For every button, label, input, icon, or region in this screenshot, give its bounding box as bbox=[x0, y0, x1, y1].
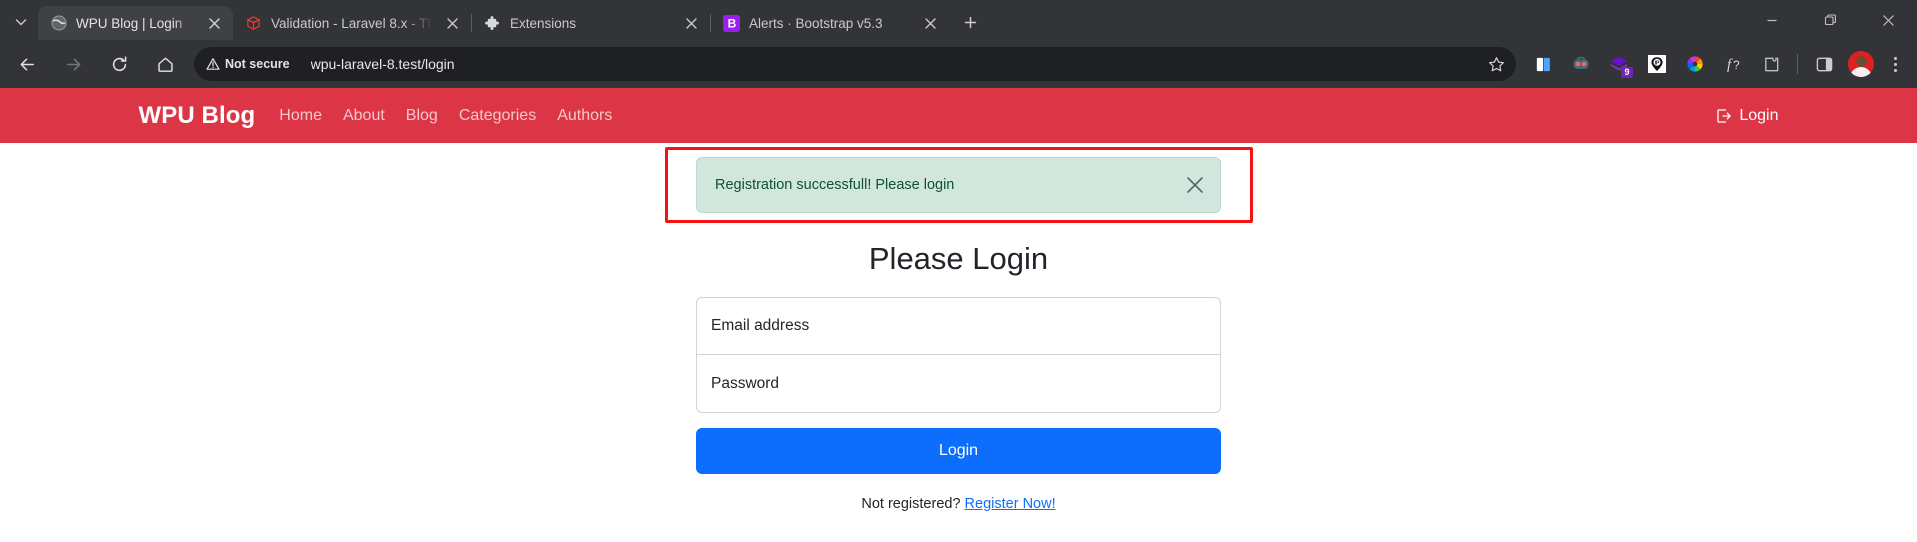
page-content: Registration successfull! Please login P… bbox=[0, 143, 1917, 512]
tab-title: Alerts · Bootstrap v5.3 bbox=[749, 15, 883, 31]
home-icon bbox=[157, 57, 173, 72]
forward-arrow-icon bbox=[66, 58, 80, 70]
side-panel-icon[interactable] bbox=[1809, 49, 1839, 79]
new-tab-button[interactable] bbox=[955, 7, 985, 37]
bootstrap-icon: B bbox=[723, 14, 740, 32]
alert-close-button[interactable] bbox=[1184, 174, 1206, 196]
fonts-ninja-extension-icon[interactable]: f ? bbox=[1718, 49, 1748, 79]
browser-tab-alerts-bootstrap[interactable]: B Alerts · Bootstrap v5.3 bbox=[711, 6, 949, 40]
avatar-body bbox=[1850, 67, 1872, 77]
address-bar[interactable]: Not secure wpu-laravel-8.test/login bbox=[194, 47, 1516, 81]
reload-icon bbox=[112, 55, 126, 71]
reading-list-icon[interactable] bbox=[1528, 49, 1558, 79]
extension-puzzle-icon[interactable] bbox=[1756, 49, 1786, 79]
home-button[interactable] bbox=[147, 46, 183, 82]
security-status-button[interactable]: Not secure bbox=[199, 51, 299, 77]
browser-tab-extensions[interactable]: Extensions bbox=[472, 6, 710, 40]
star-icon bbox=[1488, 56, 1504, 71]
login-form: Email address Password Login bbox=[696, 297, 1221, 474]
site-brand[interactable]: WPU Blog bbox=[139, 102, 256, 130]
globe-icon bbox=[50, 15, 67, 32]
browser-tab-validation-laravel[interactable]: Validation - Laravel 8.x - The PH bbox=[233, 6, 471, 40]
url-text: wpu-laravel-8.test/login bbox=[310, 56, 455, 72]
email-field-group[interactable]: Email address bbox=[696, 297, 1221, 355]
login-submit-button[interactable]: Login bbox=[696, 428, 1221, 474]
minimize-icon bbox=[1767, 19, 1777, 22]
close-icon bbox=[685, 17, 697, 29]
tab-close-button[interactable] bbox=[678, 10, 704, 36]
close-icon bbox=[208, 17, 220, 29]
close-icon bbox=[1882, 14, 1894, 26]
tab-close-button[interactable] bbox=[439, 10, 465, 36]
password-field-placeholder: Password bbox=[711, 374, 780, 392]
close-icon bbox=[446, 17, 458, 29]
browser-toolbar: Not secure wpu-laravel-8.test/login 9 IP… bbox=[0, 40, 1917, 88]
alert-highlight-wrapper: Registration successfull! Please login bbox=[664, 147, 1253, 223]
ip-pin-extension-icon[interactable]: IP bbox=[1642, 49, 1672, 79]
register-now-link[interactable]: Register Now! bbox=[965, 496, 1056, 512]
page-title: Please Login bbox=[868, 241, 1049, 276]
reload-button[interactable] bbox=[101, 46, 137, 82]
warning-triangle-icon bbox=[206, 58, 220, 70]
toolbar-separator bbox=[1797, 54, 1798, 74]
window-minimize-button[interactable] bbox=[1743, 0, 1801, 40]
browser-tab-wpu-blog-login[interactable]: WPU Blog | Login bbox=[38, 6, 233, 40]
extension-badge-count: 9 bbox=[1621, 67, 1633, 78]
email-field-placeholder: Email address bbox=[711, 317, 810, 334]
box-arrow-right-icon bbox=[1717, 108, 1732, 123]
color-wheel-extension-icon[interactable] bbox=[1680, 49, 1710, 79]
nav-link-authors[interactable]: Authors bbox=[557, 107, 612, 125]
close-icon bbox=[1187, 177, 1203, 193]
window-controls bbox=[1743, 0, 1917, 40]
alert-message: Registration successfull! Please login bbox=[715, 177, 955, 193]
avatar-head bbox=[1855, 56, 1867, 67]
navbar-right: Login bbox=[1716, 106, 1779, 125]
profile-avatar[interactable] bbox=[1848, 51, 1874, 77]
success-alert: Registration successfull! Please login bbox=[696, 157, 1221, 213]
tab-strip: WPU Blog | Login Validation - Laravel 8.… bbox=[0, 0, 1917, 40]
back-arrow-icon bbox=[20, 58, 34, 70]
puzzle-icon bbox=[484, 15, 501, 32]
tab-title: WPU Blog | Login bbox=[76, 15, 183, 31]
page-viewport: WPU Blog Home About Blog Categories Auth… bbox=[0, 88, 1917, 542]
register-prompt-text: Not registered? bbox=[861, 496, 961, 512]
three-dot-menu-icon[interactable] bbox=[1881, 49, 1909, 79]
window-close-button[interactable] bbox=[1859, 0, 1917, 40]
svg-text:B: B bbox=[727, 17, 736, 31]
robot-extension-icon[interactable] bbox=[1566, 49, 1596, 79]
navbar-login-label: Login bbox=[1739, 106, 1779, 124]
tab-title: Extensions bbox=[510, 15, 577, 31]
purple-stack-extension-icon[interactable]: 9 bbox=[1604, 49, 1634, 79]
forward-button[interactable] bbox=[55, 46, 91, 82]
nav-link-categories[interactable]: Categories bbox=[459, 107, 536, 125]
back-button[interactable] bbox=[9, 46, 45, 82]
navbar-login-link[interactable]: Login bbox=[1716, 106, 1779, 125]
nav-link-about[interactable]: About bbox=[343, 107, 385, 125]
svg-text:?: ? bbox=[1733, 58, 1740, 72]
close-icon bbox=[924, 17, 936, 29]
nav-link-home[interactable]: Home bbox=[279, 107, 322, 125]
site-navbar: WPU Blog Home About Blog Categories Auth… bbox=[0, 88, 1917, 143]
tab-close-button[interactable] bbox=[201, 10, 227, 36]
register-prompt: Not registered? Register Now! bbox=[861, 496, 1055, 512]
site-nav-links: Home About Blog Categories Authors bbox=[279, 107, 612, 125]
bookmark-star-button[interactable] bbox=[1482, 50, 1510, 78]
svg-text:IP: IP bbox=[1655, 61, 1660, 67]
tab-title: Validation - Laravel 8.x - The PH bbox=[271, 15, 433, 31]
plus-icon bbox=[964, 16, 976, 28]
tab-close-button[interactable] bbox=[917, 10, 943, 36]
maximize-icon bbox=[1824, 13, 1836, 25]
window-maximize-button[interactable] bbox=[1801, 0, 1859, 40]
chevron-down-icon bbox=[15, 19, 27, 26]
laravel-icon bbox=[245, 15, 262, 32]
security-status-label: Not secure bbox=[225, 57, 290, 71]
password-field-group[interactable]: Password bbox=[696, 355, 1221, 413]
tab-search-button[interactable] bbox=[4, 7, 38, 37]
browser-window: WPU Blog | Login Validation - Laravel 8.… bbox=[0, 0, 1917, 542]
nav-link-blog[interactable]: Blog bbox=[406, 107, 438, 125]
